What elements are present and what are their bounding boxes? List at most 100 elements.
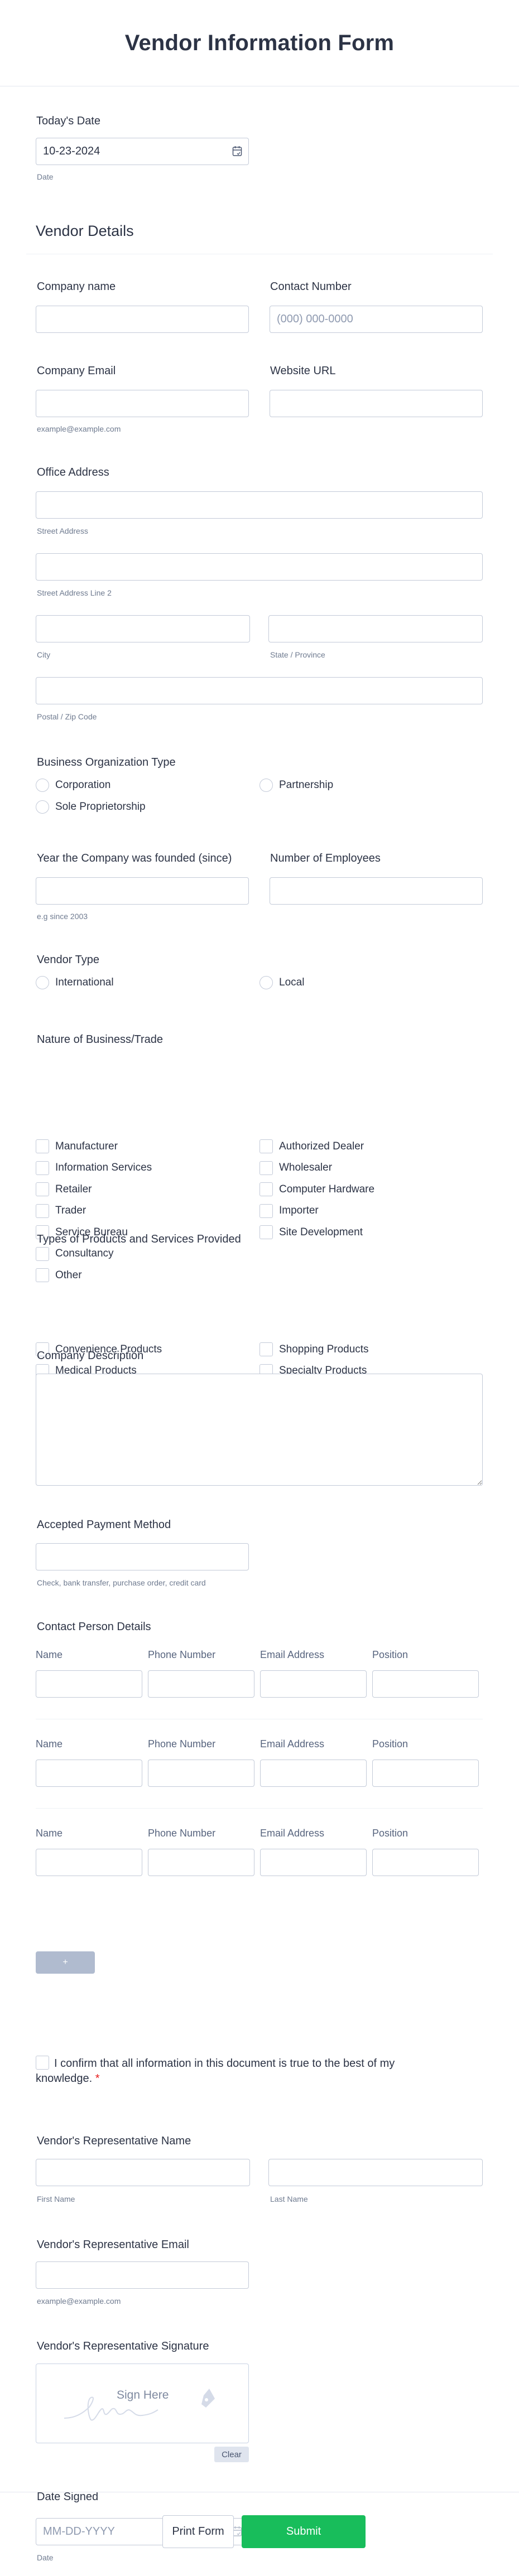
checkbox[interactable] <box>260 1139 273 1153</box>
street-address-input[interactable] <box>36 491 483 519</box>
checkbox[interactable] <box>36 1246 49 1261</box>
contact-email-address-input[interactable] <box>260 1849 367 1876</box>
checkbox[interactable] <box>36 1182 49 1196</box>
employees-input[interactable] <box>270 877 483 905</box>
checkbox-importer[interactable]: Importer <box>260 1204 319 1218</box>
company-email-label: Company Email <box>37 365 116 377</box>
payment-method-input[interactable] <box>36 1543 249 1570</box>
last-name-input[interactable] <box>268 2159 483 2186</box>
vendor-details-title: Vendor Details <box>36 223 134 239</box>
year-founded-input[interactable] <box>36 877 249 905</box>
checkbox-shopping-products[interactable]: Shopping Products <box>260 1342 369 1356</box>
radio-button[interactable] <box>260 976 273 989</box>
checkbox[interactable] <box>36 1204 49 1218</box>
option-label: Importer <box>279 1205 319 1216</box>
option-label: Other <box>55 1269 82 1281</box>
checkbox-wholesaler[interactable]: Wholesaler <box>260 1161 332 1175</box>
signature-pad[interactable]: Sign Here <box>36 2364 249 2443</box>
first-name-input[interactable] <box>36 2159 250 2186</box>
checkbox-site-development[interactable]: Site Development <box>260 1225 363 1239</box>
nature-of-business-label: Nature of Business/Trade <box>37 1033 164 1046</box>
contact-position-input[interactable] <box>372 1670 479 1698</box>
option-label: Information Services <box>55 1162 152 1173</box>
clear-signature-button[interactable]: Clear <box>214 2447 249 2462</box>
rep-email-label: Vendor's Representative Email <box>37 2239 189 2251</box>
street-address-2-input[interactable] <box>36 553 483 581</box>
contact-name-input[interactable] <box>36 1760 142 1787</box>
option-label: Wholesaler <box>279 1162 333 1173</box>
contact-phone-number-input[interactable] <box>148 1760 254 1787</box>
date-signed-sublabel: Date <box>37 2553 54 2562</box>
submit-button[interactable]: Submit <box>242 2515 366 2548</box>
state-input[interactable] <box>268 615 483 642</box>
radio-partnership[interactable]: Partnership <box>260 779 333 792</box>
checkbox[interactable] <box>36 1268 49 1282</box>
company-description-textarea[interactable] <box>36 1374 483 1486</box>
checkbox[interactable] <box>36 1139 49 1153</box>
confirm-checkbox[interactable] <box>36 2056 49 2070</box>
checkbox-authorized-dealer[interactable]: Authorized Dealer <box>260 1139 364 1153</box>
option-label: Sole Proprietorship <box>55 801 146 813</box>
pen-nib-icon <box>201 2389 215 2408</box>
confirm-checkbox-row: I confirm that all information in this d… <box>36 2056 438 2086</box>
radio-corporation[interactable]: Corporation <box>36 779 110 792</box>
company-description-label: Company Description <box>37 1350 144 1362</box>
checkbox[interactable] <box>260 1161 273 1175</box>
checkbox-consultancy[interactable]: Consultancy <box>36 1246 114 1261</box>
contact-email-address-input[interactable] <box>260 1670 367 1698</box>
column-header: Position <box>372 1649 409 1660</box>
checkbox[interactable] <box>260 1204 273 1218</box>
column-header: Position <box>372 1828 409 1839</box>
contact-number-input[interactable] <box>270 306 483 333</box>
checkbox[interactable] <box>260 1225 273 1239</box>
first-name-sublabel: First Name <box>37 2195 75 2203</box>
contact-name-input[interactable] <box>36 1849 142 1876</box>
todays-date-input[interactable] <box>36 138 249 165</box>
checkbox[interactable] <box>260 1182 273 1196</box>
website-url-input[interactable] <box>270 390 483 417</box>
form-body: Today's Date Date Vendor Details Company… <box>0 86 519 2575</box>
contact-number-label: Contact Number <box>270 281 352 293</box>
print-form-button[interactable]: Print Form <box>162 2515 234 2548</box>
radio-international[interactable]: International <box>36 976 114 989</box>
company-email-input[interactable] <box>36 390 249 417</box>
company-name-input[interactable] <box>36 306 249 333</box>
radio-button[interactable] <box>36 800 49 814</box>
checkbox-information-services[interactable]: Information Services <box>36 1161 152 1175</box>
checkbox-trader[interactable]: Trader <box>36 1204 86 1218</box>
column-header: Position <box>372 1738 409 1749</box>
calendar-icon[interactable] <box>232 146 242 157</box>
radio-button[interactable] <box>36 976 49 989</box>
year-founded-label: Year the Company was founded (since) <box>37 852 232 864</box>
checkbox-computer-hardware[interactable]: Computer Hardware <box>260 1182 374 1196</box>
checkbox-retailer[interactable]: Retailer <box>36 1182 92 1196</box>
contact-phone-number-input[interactable] <box>148 1670 254 1698</box>
contact-position-input[interactable] <box>372 1849 479 1876</box>
option-label: Local <box>279 977 305 988</box>
radio-button[interactable] <box>36 779 49 792</box>
option-label: International <box>55 977 114 988</box>
column-header: Email Address <box>260 1738 325 1749</box>
city-input[interactable] <box>36 615 250 642</box>
todays-date-field <box>36 138 249 165</box>
products-label: Types of Products and Services Provided <box>37 1233 241 1245</box>
radio-button[interactable] <box>260 779 273 792</box>
postal-code-input[interactable] <box>36 677 483 704</box>
contact-name-input[interactable] <box>36 1670 142 1698</box>
street-address-sublabel: Street Address <box>37 526 88 535</box>
office-address-label: Office Address <box>37 466 109 479</box>
radio-sole-proprietorship[interactable]: Sole Proprietorship <box>36 800 146 814</box>
rep-email-input[interactable] <box>36 2261 249 2289</box>
checkbox-other[interactable]: Other <box>36 1268 82 1282</box>
column-header: Phone Number <box>148 1738 216 1749</box>
contact-position-input[interactable] <box>372 1760 479 1787</box>
radio-local[interactable]: Local <box>260 976 304 989</box>
checkbox[interactable] <box>260 1342 273 1356</box>
vendor-type-label: Vendor Type <box>37 954 99 966</box>
option-label: Manufacturer <box>55 1140 118 1152</box>
checkbox-manufacturer[interactable]: Manufacturer <box>36 1139 118 1153</box>
contact-phone-number-input[interactable] <box>148 1849 254 1876</box>
add-contact-row-button[interactable]: + <box>36 1951 95 1974</box>
checkbox[interactable] <box>36 1161 49 1175</box>
contact-email-address-input[interactable] <box>260 1760 367 1787</box>
